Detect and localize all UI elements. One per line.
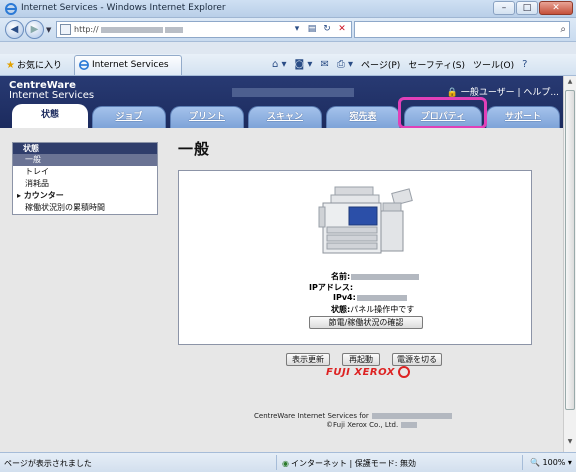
brand-line2: Internet Services <box>9 90 95 101</box>
footer: CentreWare Internet Services for ©Fuji X… <box>254 412 453 430</box>
fuji-xerox-logo: FUJI XEROX <box>326 366 410 378</box>
page-menu[interactable]: ページ(P) <box>361 58 400 71</box>
sidebar-item-counter[interactable]: ▸ カウンター <box>13 190 157 202</box>
name-value-redacted <box>351 273 420 280</box>
vertical-scrollbar[interactable]: ▲ ▼ <box>563 76 576 452</box>
status-divider <box>276 455 277 470</box>
printer-image <box>318 186 413 254</box>
status-divider <box>522 455 523 470</box>
xerox-mark-icon <box>397 366 410 378</box>
sidebar-item-cumulative-time[interactable]: 稼働状況別の累積時間 <box>13 202 157 214</box>
ipv4-value-redacted <box>356 294 407 301</box>
footer-line1: CentreWare Internet Services for <box>254 412 453 421</box>
maximize-button[interactable]: □ <box>516 1 538 15</box>
power-status-button[interactable]: 節電/稼働状況の確認 <box>309 316 423 329</box>
home-icon[interactable]: ⌂ ▾ <box>272 59 287 70</box>
help-icon[interactable]: ? <box>522 59 527 70</box>
sidebar-item-tray[interactable]: トレイ <box>13 166 157 178</box>
tab-print[interactable]: プリント <box>170 106 244 128</box>
refresh-button[interactable]: 表示更新 <box>286 353 330 366</box>
status-bar: ページが表示されました ◉ インターネット | 保護モード: 無効 🔍 100% … <box>0 452 576 472</box>
security-zone: ◉ インターネット | 保護モード: 無効 <box>282 459 417 468</box>
content-area: 状態 一般 トレイ 消耗品 ▸ カウンター 稼働状況別の累積時間 一般 名前: … <box>0 128 563 452</box>
tab-jobs[interactable]: ジョブ <box>92 106 166 128</box>
title-bar: Internet Services - Windows Internet Exp… <box>0 0 576 18</box>
model-name-redacted <box>232 88 354 97</box>
favorites-label: お気に入り <box>16 61 62 71</box>
scroll-down-icon[interactable]: ▼ <box>566 438 574 448</box>
tab-scan[interactable]: スキャン <box>248 106 322 128</box>
print-icon[interactable]: ⎙ ▾ <box>337 59 353 70</box>
reboot-button[interactable]: 再起動 <box>342 353 380 366</box>
ipv4-label: IPv4: <box>333 293 356 302</box>
page-icon <box>60 24 71 35</box>
window-controls: – □ ✕ <box>493 1 573 15</box>
star-icon: ★ <box>6 60 15 71</box>
name-row: 名前: <box>331 271 420 282</box>
tab-support[interactable]: サポート <box>486 106 560 128</box>
page-title: 一般 <box>178 140 211 158</box>
mail-icon[interactable]: ✉ <box>320 59 328 70</box>
zoom-level[interactable]: 🔍 100% ▾ <box>530 458 572 467</box>
forward-button[interactable]: ▶ <box>25 20 44 39</box>
status-message: ページが表示されました <box>4 459 92 468</box>
sidebar: 状態 一般 トレイ 消耗品 ▸ カウンター 稼働状況別の累積時間 <box>12 142 158 215</box>
footer-line2: ©Fuji Xerox Co., Ltd. <box>254 421 452 430</box>
tab-address-book[interactable]: 宛先表 <box>326 106 400 128</box>
url-dropdown-icon[interactable]: ▾ <box>291 23 303 36</box>
browser-tab-title: Internet Services <box>92 60 169 70</box>
history-dropdown-icon[interactable]: ▼ <box>46 26 51 34</box>
stop-icon[interactable]: ✕ <box>336 23 348 36</box>
sidebar-item-consumables[interactable]: 消耗品 <box>13 178 157 190</box>
sidebar-item-general[interactable]: 一般 <box>13 154 157 166</box>
scroll-thumb[interactable] <box>565 90 575 410</box>
compat-view-icon[interactable]: ▤ <box>306 23 318 36</box>
device-info-panel: 名前: IPアドレス: IPv4: 状態:パネル操作中です 節電/稼働状況の確認 <box>178 170 532 345</box>
scroll-up-icon[interactable]: ▲ <box>566 78 574 88</box>
tools-menu[interactable]: ツール(O) <box>473 58 514 71</box>
window-title: Internet Services - Windows Internet Exp… <box>21 3 226 13</box>
search-icon[interactable]: ⌕ <box>560 24 566 35</box>
name-label: 名前: <box>331 272 351 281</box>
ip-label: IPアドレス: <box>309 283 354 292</box>
internet-explorer-icon <box>5 3 17 15</box>
favorites-button[interactable]: ★ お気に入り <box>6 58 62 71</box>
properties-tab-highlight <box>398 97 487 129</box>
status-value: パネル操作中です <box>350 305 415 314</box>
url-text: http:// <box>74 25 183 34</box>
back-button[interactable]: ◀ <box>5 20 24 39</box>
url-tools: ▾ ▤ ↻ ✕ <box>291 23 348 36</box>
feeds-icon[interactable]: ◙ ▾ <box>295 59 313 70</box>
ip-row: IPアドレス: <box>309 282 353 293</box>
web-page: CentreWare Internet Services 🔒 一般ユーザー | ヘ… <box>0 76 563 452</box>
globe-icon: ◉ <box>282 459 289 468</box>
status-label: 状態: <box>331 305 351 314</box>
internet-explorer-icon <box>79 60 89 70</box>
safety-menu[interactable]: セーフティ(S) <box>408 58 465 71</box>
command-bar: ★ お気に入り Internet Services ⌂ ▾ ◙ ▾ ✉ ⎙ ▾ ペ… <box>0 54 576 76</box>
address-bar: ◀ ▶ ▼ http:// ▾ ▤ ↻ ✕ ⌕ <box>0 18 576 42</box>
url-field[interactable]: http:// ▾ ▤ ↻ ✕ <box>56 21 352 38</box>
status-row: 状態:パネル操作中です <box>331 304 414 315</box>
centreware-logo: CentreWare Internet Services <box>9 81 94 101</box>
refresh-icon[interactable]: ↻ <box>321 23 333 36</box>
command-tools: ⌂ ▾ ◙ ▾ ✉ ⎙ ▾ ページ(P) セーフティ(S) ツール(O) ? <box>272 58 527 71</box>
browser-tab[interactable]: Internet Services <box>74 55 182 75</box>
minimize-button[interactable]: – <box>493 1 515 15</box>
power-off-button[interactable]: 電源を切る <box>392 353 442 366</box>
tab-status[interactable]: 状態 <box>12 104 88 128</box>
close-button[interactable]: ✕ <box>539 1 573 15</box>
search-field[interactable]: ⌕ <box>354 21 570 38</box>
logo-text: FUJI XEROX <box>326 367 395 378</box>
ipv4-row: IPv4: <box>333 293 407 302</box>
sidebar-header: 状態 <box>13 143 157 154</box>
